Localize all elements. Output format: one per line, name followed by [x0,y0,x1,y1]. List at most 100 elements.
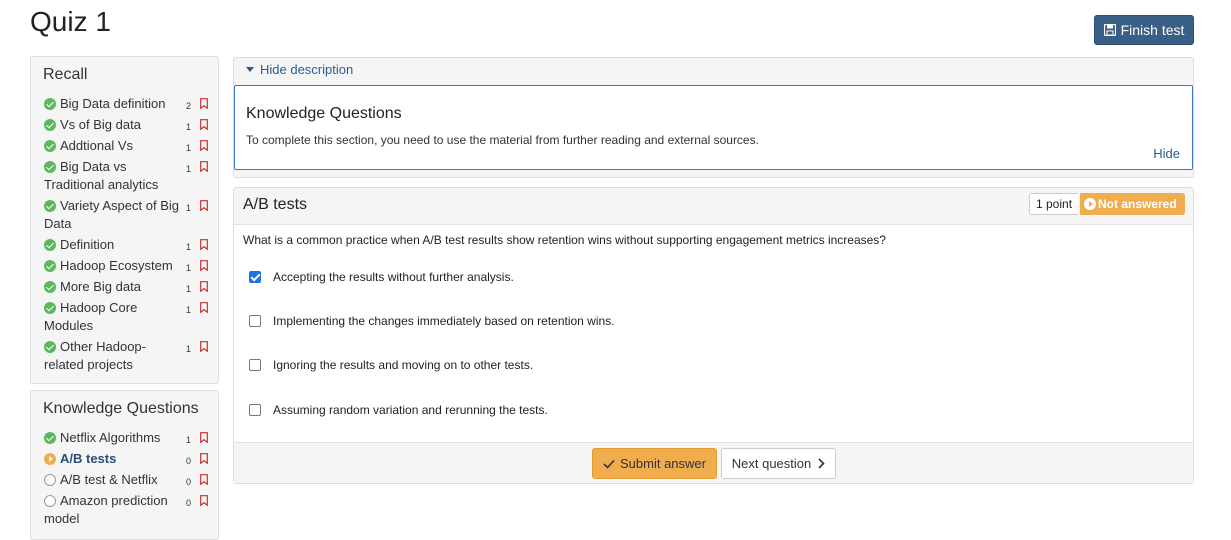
nav-item-big-data-vs-traditional[interactable]: Big Data vs Traditional analytics 1 [31,158,218,194]
nav-item-label: Definition [60,237,115,252]
status-badge: Not answered [1080,193,1185,215]
bookmark-icon[interactable] [200,260,208,271]
nav-item-variety-aspect[interactable]: Variety Aspect of Big Data 1 [31,197,218,233]
bookmark-icon[interactable] [200,161,208,172]
check-circle-icon [44,200,56,212]
nav-item-label: Amazon prediction model [44,493,168,526]
bookmark-icon[interactable] [200,495,208,506]
bookmark-icon[interactable] [200,453,208,464]
description-box: Knowledge Questions To complete this sec… [234,85,1193,170]
attempt-count: 0 [185,477,191,487]
nav-item-definition[interactable]: Definition 1 [31,236,218,254]
bookmark-icon[interactable] [200,239,208,250]
bookmark-icon[interactable] [200,140,208,151]
check-circle-icon [44,341,56,353]
knowledge-panel: Knowledge Questions Netflix Algorithms 1… [30,390,219,540]
nav-item-other-hadoop-projects[interactable]: Other Hadoop-related projects 1 [31,338,218,374]
nav-item-ab-test-netflix[interactable]: A/B test & Netflix 0 [31,471,218,489]
bookmark-icon[interactable] [200,302,208,313]
answer-option-1[interactable]: Accepting the results without further an… [249,270,514,284]
nav-item-big-data-definition[interactable]: Big Data definition 2 [31,95,218,113]
bookmark-icon[interactable] [200,281,208,292]
checkbox[interactable] [249,359,261,371]
bookmark-icon[interactable] [200,200,208,211]
nav-item-addtional-vs[interactable]: Addtional Vs 1 [31,137,218,155]
save-icon [1103,24,1116,36]
points-badge: 1 point [1029,193,1079,215]
page-title: Quiz 1 [30,6,111,37]
description-title: Knowledge Questions [246,105,402,122]
check-circle-icon [44,302,56,314]
nav-item-netflix-algorithms[interactable]: Netflix Algorithms 1 [31,429,218,447]
attempt-count: 1 [185,263,191,273]
play-circle-icon [1084,198,1096,210]
check-circle-icon [44,98,56,110]
nav-item-label: Hadoop Core Modules [44,300,138,333]
attempt-count: 0 [185,498,191,508]
finish-test-button[interactable]: Finish test [1094,15,1194,45]
attempt-count: 1 [185,203,191,213]
check-circle-icon [44,260,56,272]
nav-item-amazon-prediction[interactable]: Amazon prediction model 0 [31,492,218,528]
answer-option-2[interactable]: Implementing the changes immediately bas… [249,314,615,328]
checkbox-checked[interactable] [249,271,261,283]
check-circle-icon [44,161,56,173]
nav-item-label: Big Data definition [60,96,166,111]
checkbox[interactable] [249,404,261,416]
checkmark-icon [603,459,615,469]
knowledge-list: Netflix Algorithms 1 A/B tests 0 A/B tes… [31,429,218,528]
bookmark-icon[interactable] [200,119,208,130]
attempt-count: 1 [185,164,191,174]
next-question-button[interactable]: Next question [721,448,836,479]
question-text: What is a common practice when A/B test … [243,233,886,247]
attempt-count: 1 [185,344,191,354]
hide-description-toggle[interactable]: Hide description [246,62,353,77]
description-panel: Hide description Knowledge Questions To … [233,57,1194,178]
attempt-count: 1 [185,143,191,153]
attempt-count: 1 [185,122,191,132]
check-circle-icon [44,239,56,251]
nav-item-ab-tests[interactable]: A/B tests 0 [31,450,218,468]
check-circle-icon [44,119,56,131]
recall-panel: Recall Big Data definition 2 Vs of Big d… [30,56,219,384]
answer-option-4[interactable]: Assuming random variation and rerunning … [249,403,548,417]
check-circle-icon [44,140,56,152]
answer-option-label: Assuming random variation and rerunning … [273,403,548,417]
hide-description-label: Hide description [260,62,354,77]
nav-item-label: Addtional Vs [60,138,133,153]
hide-link[interactable]: Hide [1153,146,1180,161]
nav-item-hadoop-core-modules[interactable]: Hadoop Core Modules 1 [31,299,218,335]
nav-item-label: A/B tests [60,451,117,466]
attempt-count: 0 [185,456,191,466]
nav-item-label: A/B test & Netflix [60,472,158,487]
submit-answer-label: Submit answer [620,456,706,471]
nav-item-label: Netflix Algorithms [60,430,161,445]
chevron-right-icon [818,458,825,469]
attempt-count: 1 [185,435,191,445]
nav-item-label: Variety Aspect of Big Data [44,198,179,231]
answer-option-label: Accepting the results without further an… [273,270,514,284]
attempt-count: 1 [185,242,191,252]
recall-heading: Recall [43,66,88,83]
description-text: To complete this section, you need to us… [246,133,759,147]
checkbox[interactable] [249,315,261,327]
submit-answer-button[interactable]: Submit answer [592,448,717,479]
attempt-count: 2 [185,101,191,111]
answer-option-label: Ignoring the results and moving on to ot… [273,358,534,372]
answer-option-3[interactable]: Ignoring the results and moving on to ot… [249,358,533,372]
play-circle-icon [44,453,56,465]
question-panel: A/B tests 1 point Not answered What is a… [233,187,1194,484]
bookmark-icon[interactable] [200,341,208,352]
bookmark-icon[interactable] [200,432,208,443]
nav-item-label: Hadoop Ecosystem [60,258,173,273]
question-title: A/B tests [243,196,308,213]
nav-item-label: Other Hadoop-related projects [44,339,146,372]
nav-item-vs-of-big-data[interactable]: Vs of Big data 1 [31,116,218,134]
empty-circle-icon [44,474,56,486]
nav-item-more-big-data[interactable]: More Big data 1 [31,278,218,296]
nav-item-hadoop-ecosystem[interactable]: Hadoop Ecosystem 1 [31,257,218,275]
status-label: Not answered [1098,197,1177,211]
check-circle-icon [44,432,56,444]
bookmark-icon[interactable] [200,98,208,109]
bookmark-icon[interactable] [200,474,208,485]
